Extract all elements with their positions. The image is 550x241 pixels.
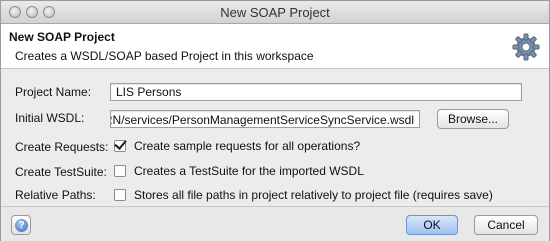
gear-icon [512,33,540,61]
initial-wsdl-value: /RN/services/PersonManagementServiceSync… [110,113,414,127]
create-testsuite-option[interactable]: Creates a TestSuite for the imported WSD… [114,164,364,178]
create-testsuite-checkbox[interactable] [114,165,126,177]
relative-paths-text: Stores all file paths in project relativ… [134,188,493,202]
relative-paths-option[interactable]: Stores all file paths in project relativ… [114,188,493,202]
header-banner: New SOAP Project Creates a WSDL/SOAP bas… [1,24,549,69]
create-requests-label: Create Requests: [15,140,109,154]
create-testsuite-label: Create TestSuite: [15,165,107,179]
button-bar: ? OK Cancel [1,206,549,241]
ok-button[interactable]: OK [406,215,458,235]
browse-button[interactable]: Browse... [437,109,509,129]
project-name-label: Project Name: [15,85,92,99]
window-title: New SOAP Project [220,5,330,20]
dialog-window: New SOAP Project New SOAP Project Create… [0,0,550,241]
banner-title: New SOAP Project [9,30,115,44]
create-requests-option[interactable]: Create sample requests for all operation… [114,139,360,153]
help-button[interactable]: ? [11,215,31,235]
initial-wsdl-label: Initial WSDL: [15,111,85,125]
relative-paths-label: Relative Paths: [15,188,96,202]
project-name-input[interactable] [110,83,522,101]
title-bar: New SOAP Project [1,1,549,24]
form-area: Project Name: Initial WSDL: /RN/services… [1,69,549,206]
banner-description: Creates a WSDL/SOAP based Project in thi… [15,49,314,63]
help-icon: ? [15,219,28,232]
create-testsuite-text: Creates a TestSuite for the imported WSD… [134,164,364,178]
create-requests-checkbox[interactable] [114,140,126,152]
relative-paths-checkbox[interactable] [114,189,126,201]
create-requests-text: Create sample requests for all operation… [134,139,361,153]
cancel-button[interactable]: Cancel [474,215,538,235]
initial-wsdl-input[interactable]: /RN/services/PersonManagementServiceSync… [110,110,420,128]
